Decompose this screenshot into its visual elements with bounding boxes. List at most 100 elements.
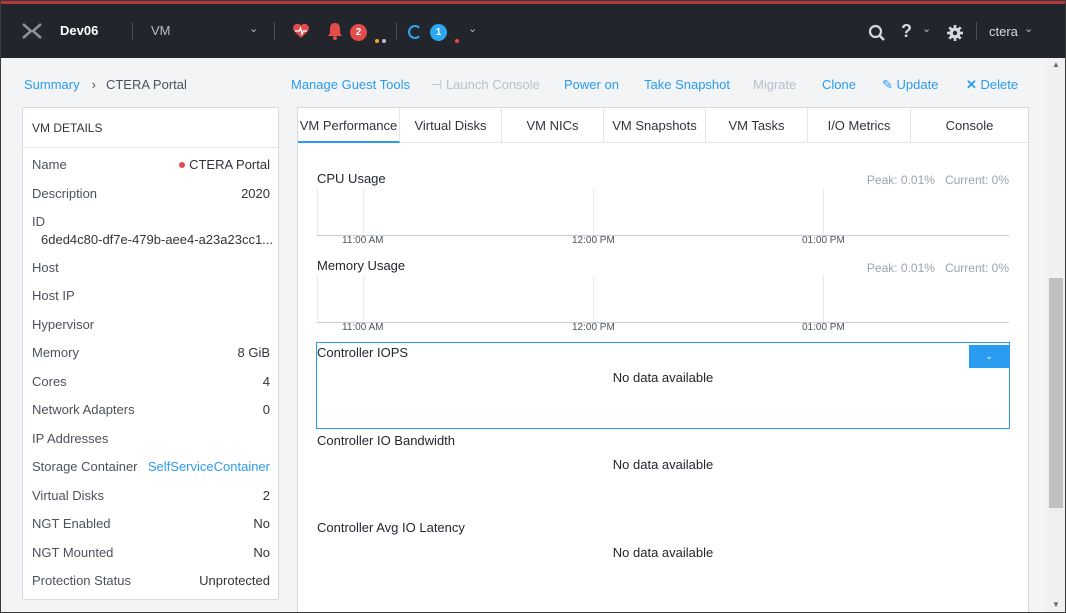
task-status-dot [455, 31, 462, 46]
detail-value: 2020 [241, 186, 270, 201]
alert-severity-dots [375, 31, 389, 46]
detail-value: No [253, 516, 270, 531]
detail-label: Host IP [32, 288, 75, 303]
manage-guest-tools-button[interactable]: Manage Guest Tools [291, 77, 410, 92]
launch-console-label: Launch Console [445, 77, 540, 92]
user-menu[interactable]: ctera [989, 24, 1018, 39]
x-tick-label: 12:00 PM [572, 322, 615, 333]
memory-usage-chart [317, 275, 1009, 323]
power-on-button[interactable]: Power on [564, 77, 619, 92]
detail-value: 4 [262, 374, 270, 389]
x-tick-label: 11:00 AM [342, 322, 384, 333]
detail-value: 2 [262, 488, 270, 503]
vm-details-panel: VM DETAILS Name CTERA Portal Description… [22, 107, 279, 600]
divider [132, 22, 133, 40]
health-heart-icon[interactable] [291, 21, 311, 41]
update-button[interactable]: ✎ Update [882, 77, 938, 93]
detail-label: Virtual Disks [32, 488, 105, 503]
memory-peak: Peak: 0.01% [866, 261, 935, 275]
scroll-down-icon[interactable]: ▼ [1047, 598, 1065, 612]
divider [274, 22, 275, 40]
tasks-count-badge[interactable]: 1 [430, 24, 447, 41]
chevron-down-icon[interactable]: ⌄ [922, 22, 931, 35]
divider [976, 22, 977, 40]
detail-label: Memory [32, 345, 79, 360]
detail-label: ID [32, 214, 45, 229]
detail-value: Unprotected [199, 573, 270, 588]
breadcrumb-summary-link[interactable]: Summary [24, 77, 80, 92]
x-tick-label: 11:00 AM [342, 235, 384, 246]
alerts-bell-icon[interactable] [326, 21, 344, 41]
detail-label: NGT Mounted [32, 545, 114, 560]
chevron-down-icon[interactable]: ⌄ [969, 345, 1009, 368]
breadcrumb-separator-icon: › [91, 77, 96, 92]
chart-gridline [363, 188, 364, 236]
take-snapshot-button[interactable]: Take Snapshot [644, 77, 730, 92]
detail-label: Host [32, 260, 59, 275]
delete-button[interactable]: ✕ Delete [966, 77, 1018, 93]
vm-name-value: CTERA Portal [189, 157, 270, 172]
latency-no-data: No data available [612, 545, 714, 560]
detail-label: Storage Container [32, 459, 138, 474]
close-icon: ✕ [966, 77, 981, 92]
chart-gridline [823, 188, 824, 236]
scroll-up-icon[interactable]: ▲ [1047, 58, 1065, 72]
tab-virtual-disks[interactable]: Virtual Disks [400, 108, 502, 143]
chevron-down-icon[interactable]: ⌄ [468, 22, 477, 35]
chart-gridline [823, 275, 824, 323]
alerts-count-badge[interactable]: 2 [350, 24, 367, 41]
cpu-current: Current: 0% [944, 173, 1009, 187]
tab-vm-performance[interactable]: VM Performance [298, 108, 400, 143]
chart-gridline [593, 188, 594, 236]
storage-container-link[interactable]: SelfServiceContainer [148, 459, 270, 474]
detail-label: Protection Status [32, 573, 131, 588]
chart-axis [317, 275, 318, 323]
x-tick-label: 01:00 PM [802, 322, 845, 333]
detail-label: Network Adapters [32, 402, 135, 417]
clone-button[interactable]: Clone [822, 77, 856, 92]
chevron-down-icon[interactable]: ⌄ [249, 22, 258, 35]
chart-gridline [363, 275, 364, 323]
gear-icon[interactable] [946, 24, 964, 42]
update-label: Update [896, 77, 939, 92]
cluster-name[interactable]: Dev06 [60, 23, 98, 38]
status-dot-icon [179, 162, 186, 168]
delete-label: Delete [980, 77, 1019, 92]
migrate-button[interactable]: Migrate [753, 77, 796, 92]
detail-label: IP Addresses [32, 431, 109, 446]
help-icon[interactable]: ? [901, 21, 912, 42]
detail-label: Description [32, 186, 98, 201]
view-selector[interactable]: VM [151, 23, 171, 38]
tab-vm-tasks[interactable]: VM Tasks [706, 108, 808, 143]
x-tick-label: 01:00 PM [802, 235, 845, 246]
detail-value: CTERA Portal [179, 157, 270, 172]
detail-label: Cores [32, 374, 67, 389]
top-navigation-bar: Dev06 VM ⌄ 2 1 ⌄ ? ⌄ ctera ⌄ [1, 1, 1065, 58]
search-icon[interactable] [868, 24, 886, 42]
controller-latency-title: Controller Avg IO Latency [317, 520, 465, 535]
pencil-icon: ✎ [882, 77, 897, 92]
breadcrumb: Summary › CTERA Portal [24, 77, 187, 92]
iops-no-data: No data available [612, 370, 714, 385]
tab-vm-nics[interactable]: VM NICs [502, 108, 604, 143]
detail-value: No [253, 545, 270, 560]
tab-console[interactable]: Console [911, 108, 1028, 143]
memory-usage-stats: Peak: 0.01% Current: 0% [867, 261, 1009, 275]
tab-vm-snapshots[interactable]: VM Snapshots [604, 108, 706, 143]
tab-io-metrics[interactable]: I/O Metrics [808, 108, 911, 143]
controller-iops-widget[interactable]: ⌄ [316, 342, 1010, 429]
scrollbar-thumb[interactable] [1049, 278, 1063, 508]
tab-bar: VM Performance Virtual Disks VM NICs VM … [298, 108, 1028, 143]
detail-label: Name [32, 157, 67, 172]
vm-performance-panel: VM Performance Virtual Disks VM NICs VM … [297, 107, 1029, 612]
vm-details-title: VM DETAILS [23, 108, 278, 148]
nutanix-logo-icon[interactable] [21, 22, 43, 40]
chevron-down-icon[interactable]: ⌄ [1024, 22, 1033, 35]
controller-iops-title: Controller IOPS [317, 345, 409, 360]
bandwidth-no-data: No data available [612, 457, 714, 472]
launch-console-button[interactable]: ⊣ Launch Console [431, 77, 540, 93]
detail-label: Hypervisor [32, 317, 95, 332]
memory-usage-title: Memory Usage [317, 258, 406, 273]
tasks-spinner-icon[interactable] [408, 25, 422, 39]
page-scrollbar[interactable]: ▲ ▼ [1047, 58, 1065, 612]
